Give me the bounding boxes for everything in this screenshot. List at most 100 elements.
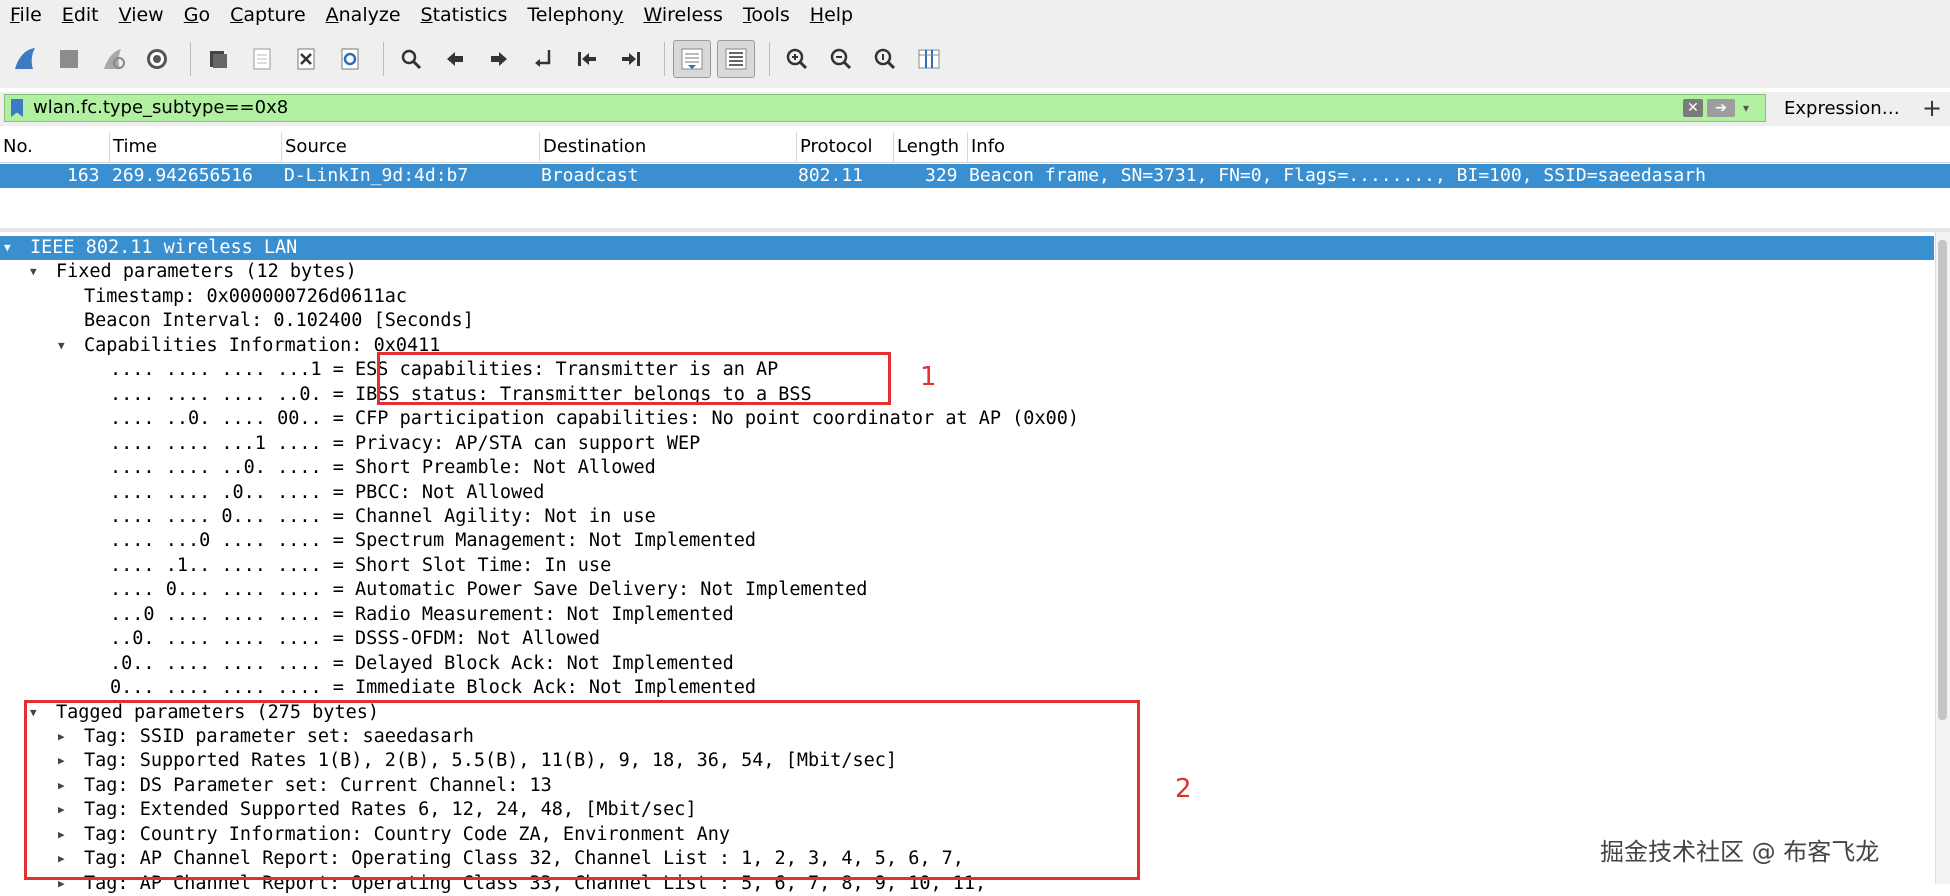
filter-history-dropdown-icon[interactable]: ▾ [1743, 97, 1757, 119]
open-folder-icon [204, 45, 232, 73]
menu-capture[interactable]: Capture [220, 0, 316, 30]
tree-node-text: .... ..0. .... 00.. = CFP participation … [110, 408, 1080, 430]
tree-node-text: .... 0... .... .... = Automatic Power Sa… [110, 579, 868, 601]
packet-destination: Broadcast [541, 165, 639, 186]
go-to-packet-icon [529, 45, 557, 73]
last-packet-icon [617, 45, 645, 73]
expanded-arrow-icon[interactable]: ▼ [58, 334, 72, 358]
expanded-arrow-icon[interactable]: ▼ [30, 260, 44, 284]
add-filter-button[interactable]: + [1922, 94, 1942, 122]
packet-time: 269.942656516 [112, 165, 253, 186]
resize-columns-icon [915, 45, 943, 73]
open-folder-button[interactable] [199, 40, 237, 78]
menu-help[interactable]: Help [800, 0, 863, 30]
filter-text[interactable]: wlan.fc.type_subtype==0x8 [33, 95, 288, 121]
menu-view[interactable]: View [109, 0, 174, 30]
expanded-arrow-icon[interactable]: ▼ [4, 236, 18, 260]
shark-fin-start-icon [11, 45, 39, 73]
tree-node[interactable]: ▼ IEEE 802.11 wireless LAN [0, 236, 1934, 260]
forward-arrow-icon [485, 45, 513, 73]
reload-icon [336, 45, 364, 73]
expression-button[interactable]: Expression… [1784, 96, 1900, 122]
forward-arrow-button[interactable] [480, 40, 518, 78]
menu-file[interactable]: File [0, 0, 52, 30]
col-header-length[interactable]: Length [894, 132, 968, 162]
annotation-label-2: 2 [1175, 774, 1192, 804]
col-header-no[interactable]: No. [0, 132, 110, 162]
filter-bookmark-icon[interactable] [11, 99, 23, 117]
file-button[interactable] [243, 40, 281, 78]
last-packet-button[interactable] [612, 40, 650, 78]
toolbar-separator [769, 42, 770, 76]
tree-node-text: .... ...0 .... .... = Spectrum Managemen… [110, 530, 757, 552]
file-icon [248, 45, 276, 73]
search-icon [397, 45, 425, 73]
menu-go[interactable]: Go [174, 0, 220, 30]
zoom-normal-button[interactable] [866, 40, 904, 78]
menu-wireless[interactable]: Wireless [633, 0, 733, 30]
zoom-out-icon [827, 45, 855, 73]
menu-edit[interactable]: Edit [52, 0, 109, 30]
details-scrollbar-thumb[interactable] [1938, 240, 1947, 720]
col-header-source[interactable]: Source [282, 132, 540, 162]
col-header-time[interactable]: Time [110, 132, 282, 162]
close-file-button[interactable] [287, 40, 325, 78]
zoom-normal-icon [871, 45, 899, 73]
tree-node-text: .... .... ..0. .... = Short Preamble: No… [110, 457, 656, 479]
zoom-out-button[interactable] [822, 40, 860, 78]
go-to-packet-button[interactable] [524, 40, 562, 78]
packet-row[interactable]: 163 269.942656516 D-LinkIn_9d:4d:b7 Broa… [0, 164, 1950, 188]
menu-statistics[interactable]: Statistics [411, 0, 518, 30]
options-gear-button[interactable] [138, 40, 176, 78]
tree-node-text: ...0 .... .... .... = Radio Measurement:… [110, 603, 734, 625]
reload-button[interactable] [331, 40, 369, 78]
resize-columns-button[interactable] [910, 40, 948, 78]
details-scrollbar[interactable] [1935, 232, 1950, 884]
menu-telephony[interactable]: Telephony [517, 0, 633, 30]
toolbar-separator [190, 42, 191, 76]
col-header-protocol[interactable]: Protocol [797, 132, 894, 162]
clear-filter-icon[interactable]: ✕ [1683, 99, 1703, 117]
col-header-destination[interactable]: Destination [540, 132, 797, 162]
display-filter-input[interactable]: wlan.fc.type_subtype==0x8 ✕ ➔ ▾ [4, 94, 1766, 122]
menu-tools[interactable]: Tools [733, 0, 800, 30]
restart-icon [99, 45, 127, 73]
search-button[interactable] [392, 40, 430, 78]
tree-node-text: IEEE 802.11 wireless LAN [30, 237, 298, 258]
options-gear-icon [143, 45, 171, 73]
display-filter-bar: wlan.fc.type_subtype==0x8 ✕ ➔ ▾ Expressi… [0, 92, 1950, 126]
colorize-icon [722, 45, 750, 73]
stop-icon [55, 45, 83, 73]
tree-node-text: .... .... .0.. .... = PBCC: Not Allowed [110, 481, 545, 503]
back-arrow-button[interactable] [436, 40, 474, 78]
packet-length: 329 [925, 165, 958, 186]
menu-bar: File Edit View Go Capture Analyze Statistics Te… [0, 0, 1950, 30]
back-arrow-icon [441, 45, 469, 73]
annotation-label-1: 1 [920, 362, 937, 392]
autoscroll-button[interactable] [673, 40, 711, 78]
annotation-box-2 [24, 700, 1140, 880]
menu-analyze[interactable]: Analyze [316, 0, 411, 30]
tree-node-text: .... .1.. .... .... = Short Slot Time: I… [110, 554, 612, 576]
stop-button[interactable] [50, 40, 88, 78]
col-header-info[interactable]: Info [968, 132, 1950, 162]
first-packet-icon [573, 45, 601, 73]
annotation-box-1 [377, 352, 891, 405]
restart-button[interactable] [94, 40, 132, 78]
main-toolbar [0, 30, 1950, 88]
tree-node-text: ..0. .... .... .... = DSSS-OFDM: Not All… [110, 628, 601, 650]
first-packet-button[interactable] [568, 40, 606, 78]
tree-node-text: 0... .... .... .... = Immediate Block Ac… [110, 677, 757, 699]
packet-list-header: No. Time Source Destination Protocol Len… [0, 132, 1950, 163]
zoom-in-icon [783, 45, 811, 73]
colorize-button[interactable] [717, 40, 755, 78]
shark-fin-start-button[interactable] [6, 40, 44, 78]
packet-info: Beacon frame, SN=3731, FN=0, Flags=.....… [969, 165, 1706, 186]
apply-filter-icon[interactable]: ➔ [1707, 99, 1735, 117]
packet-source: D-LinkIn_9d:4d:b7 [284, 165, 469, 186]
watermark: 掘金技术社区 @ 布客飞龙 [1600, 838, 1880, 866]
autoscroll-icon [678, 45, 706, 73]
packet-protocol: 802.11 [798, 165, 864, 186]
zoom-in-button[interactable] [778, 40, 816, 78]
tree-node-text: Fixed parameters (12 bytes) [56, 261, 357, 283]
